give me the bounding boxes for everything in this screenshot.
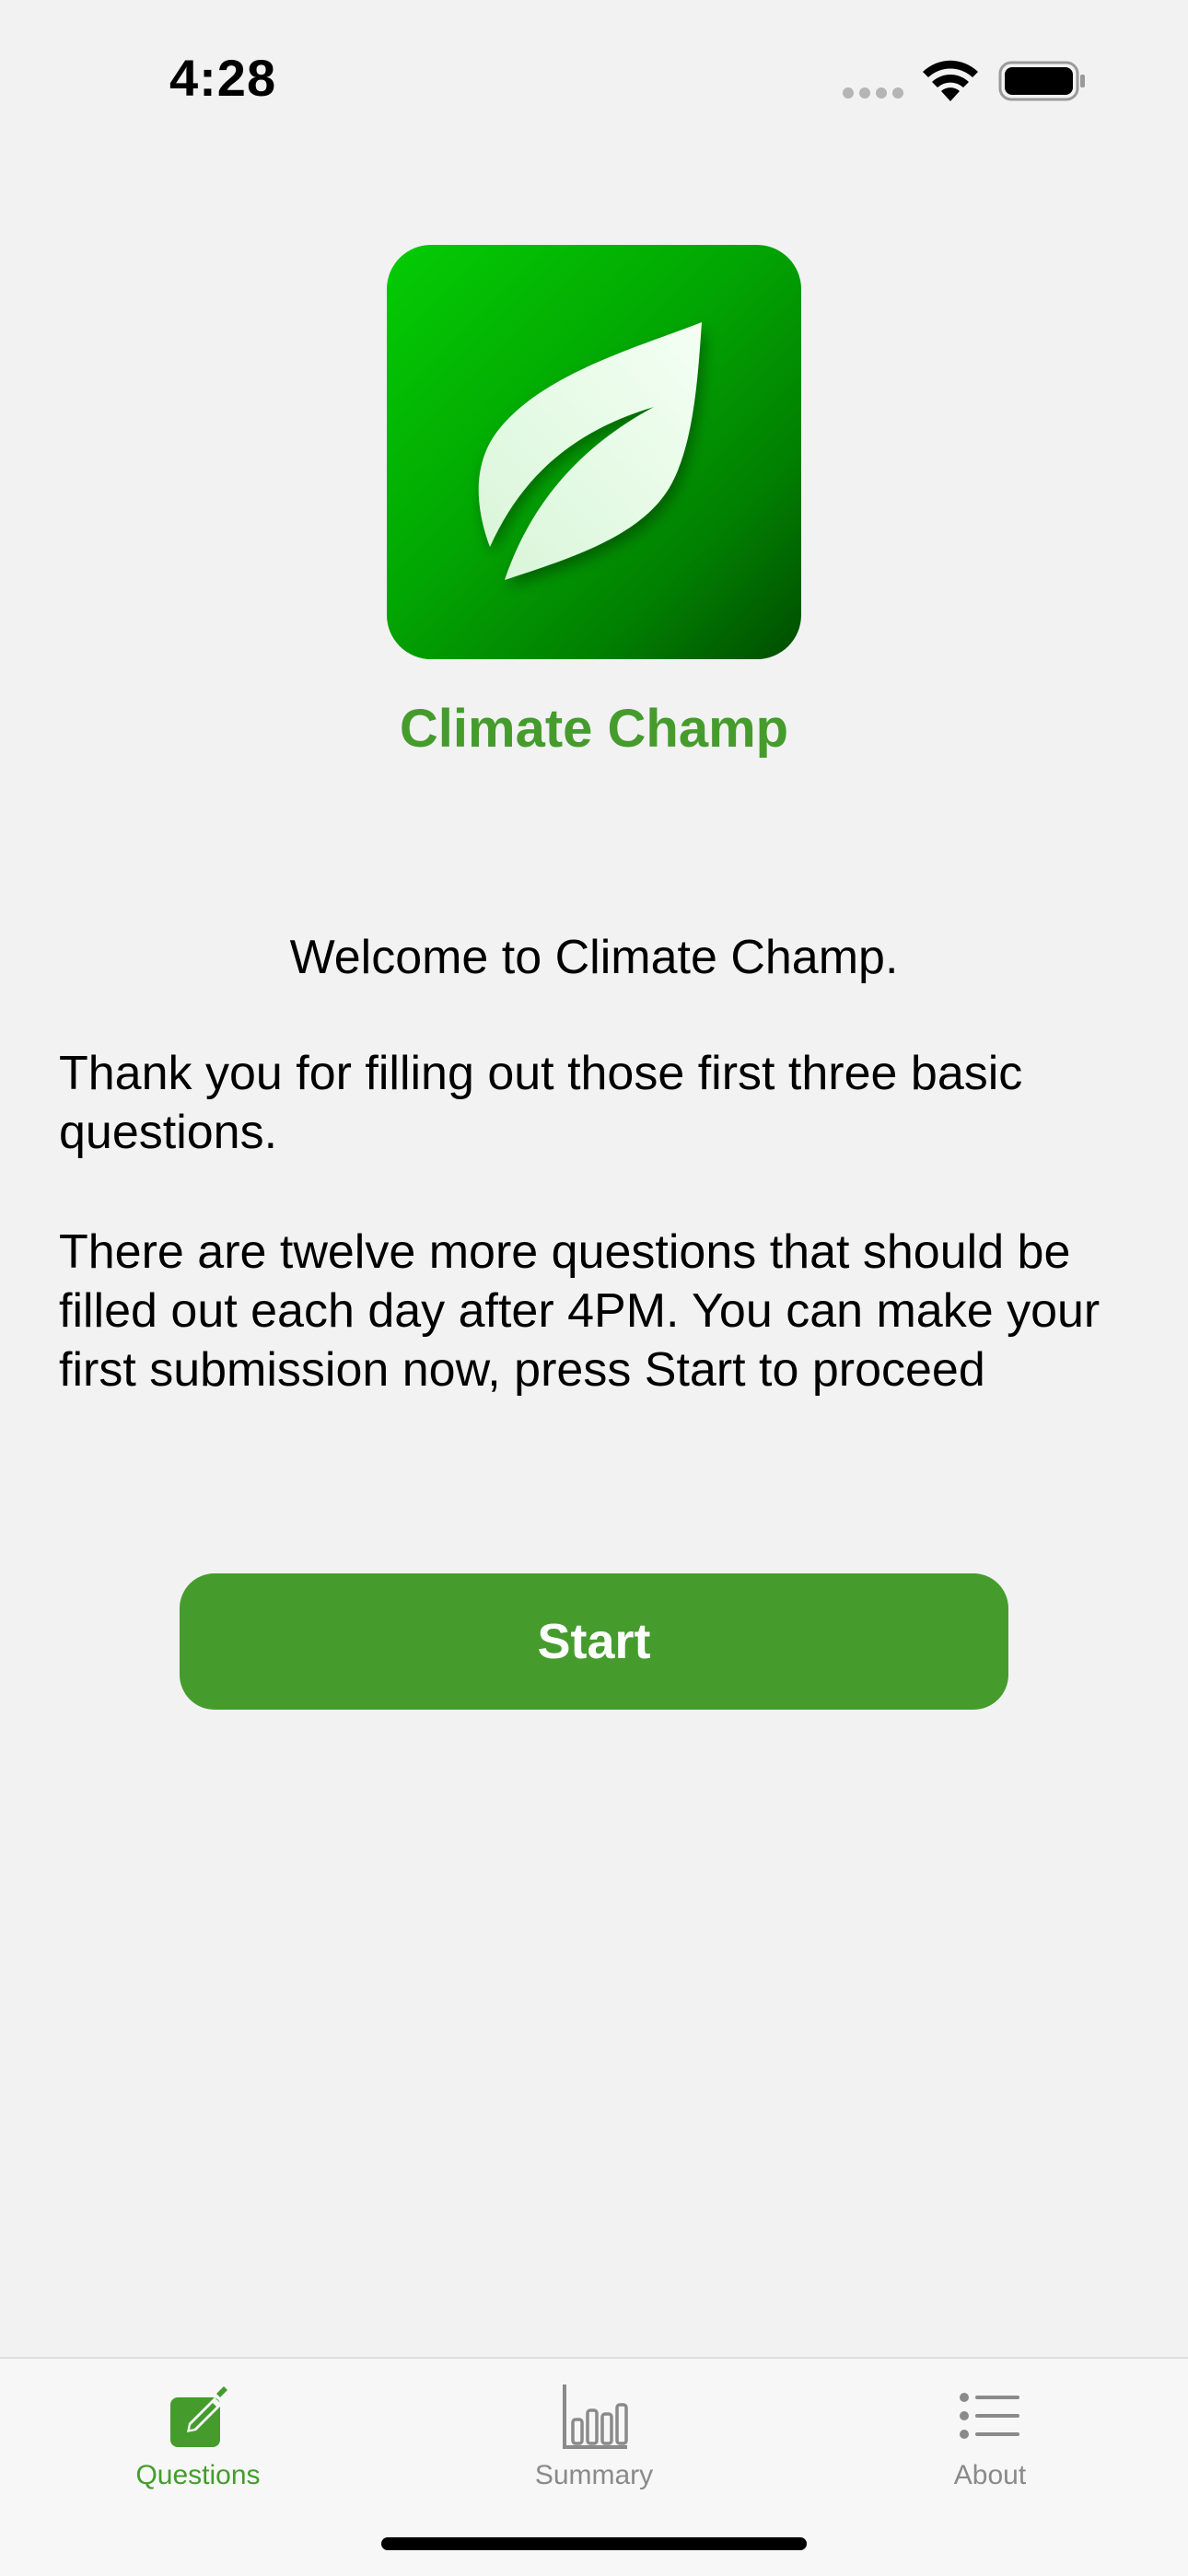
- instructions-paragraph: There are twelve more questions that sho…: [59, 1225, 1101, 1397]
- battery-icon: [998, 61, 1085, 101]
- status-bar: 4:28: [0, 0, 1188, 157]
- leaf-icon: [478, 322, 702, 580]
- tab-summary[interactable]: Summary: [396, 2359, 792, 2515]
- list-icon: [960, 2393, 1019, 2439]
- app-title: Climate Champ: [399, 699, 789, 759]
- tab-label: Summary: [534, 2460, 654, 2490]
- intro-paragraph: Thank you for filling out those first th…: [59, 1047, 1023, 1159]
- app-logo: [387, 245, 801, 659]
- start-button[interactable]: Start: [180, 1573, 1008, 1710]
- wifi-icon: [923, 60, 978, 101]
- tab-label: About: [953, 2460, 1027, 2490]
- home-indicator: [381, 2537, 807, 2550]
- cellular-signal-icon: [843, 87, 903, 99]
- status-time: 4:28: [169, 49, 277, 107]
- tab-about[interactable]: About: [792, 2359, 1188, 2515]
- bar-chart-icon: [563, 2385, 628, 2449]
- edit-icon: [170, 2386, 227, 2447]
- welcome-heading: Welcome to Climate Champ.: [289, 931, 899, 984]
- tab-label: Questions: [135, 2460, 261, 2490]
- tab-questions[interactable]: Questions: [0, 2359, 396, 2515]
